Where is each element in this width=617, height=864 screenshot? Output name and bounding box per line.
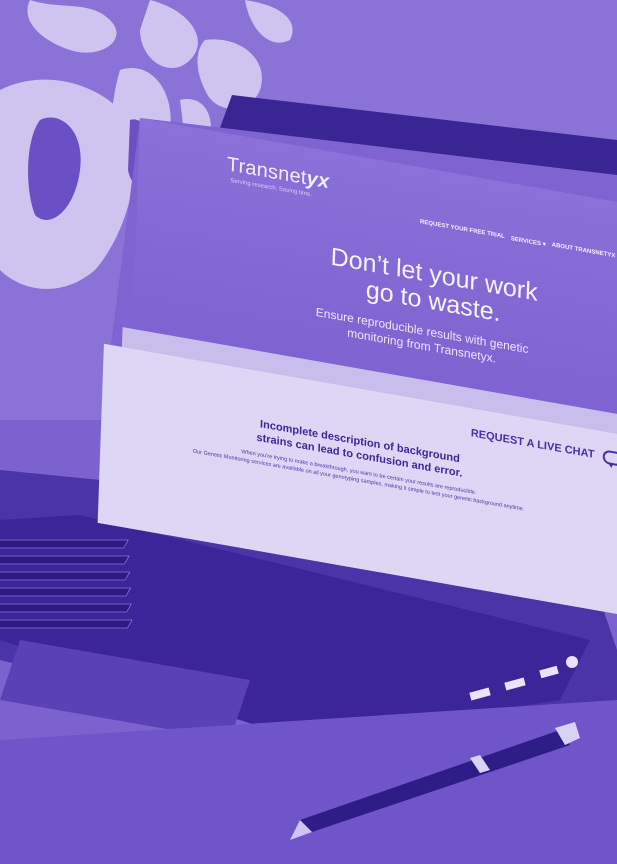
photo-scene: Transnetyx Serving research. Saving time… [0,0,617,864]
